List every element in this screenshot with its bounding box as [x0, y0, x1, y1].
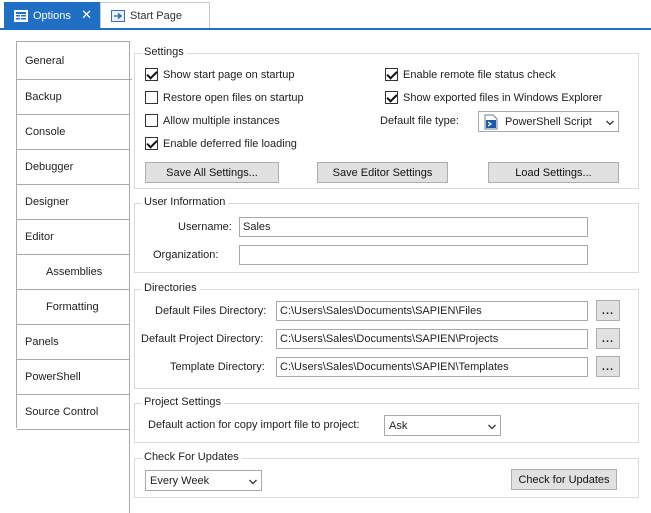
user-information-group: User Information Username: Sales Organiz… — [134, 196, 639, 273]
checkbox-label: Enable deferred file loading — [163, 137, 297, 150]
powershell-script-icon — [483, 114, 499, 130]
nav-item-powershell[interactable]: PowerShell — [17, 360, 130, 395]
nav-item-label: Designer — [25, 196, 70, 208]
general-settings-panel: Settings Show start page on startup Rest… — [129, 41, 645, 513]
check-for-updates-button[interactable]: Check for Updates — [511, 469, 617, 490]
group-title: Project Settings — [142, 396, 225, 408]
checkbox-label: Restore open files on startup — [163, 91, 304, 104]
group-title: User Information — [142, 196, 229, 208]
copy-import-action-label: Default action for copy import file to p… — [148, 419, 360, 431]
username-field[interactable]: Sales — [239, 217, 588, 237]
tab-start-page-label: Start Page — [130, 10, 182, 22]
checkbox-show-exported-files[interactable]: Show exported files in Windows Explorer — [385, 91, 602, 104]
checkbox-box[interactable] — [145, 68, 158, 81]
default-project-directory-label: Default Project Directory: — [141, 333, 264, 345]
options-icon — [14, 9, 28, 22]
update-frequency-value: Every Week — [150, 474, 210, 487]
nav-item-formatting[interactable]: Formatting — [17, 290, 130, 325]
nav-item-label: Console — [25, 126, 66, 138]
checkbox-box[interactable] — [145, 91, 158, 104]
browse-project-directory-button[interactable]: ... — [596, 328, 620, 349]
browse-template-directory-button[interactable]: ... — [596, 356, 620, 377]
close-icon[interactable]: ✕ — [81, 7, 92, 22]
save-editor-settings-button[interactable]: Save Editor Settings — [317, 162, 448, 183]
nav-item-source-control[interactable]: Source Control — [17, 395, 130, 430]
nav-item-assemblies[interactable]: Assemblies — [17, 255, 130, 290]
nav-item-label: Backup — [25, 91, 62, 103]
tab-start-page[interactable]: Start Page — [100, 2, 210, 29]
browse-files-directory-button[interactable]: ... — [596, 300, 620, 321]
default-project-directory-field[interactable]: C:\Users\Sales\Documents\SAPIEN\Projects — [276, 329, 588, 349]
default-files-directory-label: Default Files Directory: — [155, 305, 267, 317]
nav-item-general[interactable]: General — [17, 42, 132, 80]
chevron-down-icon — [606, 118, 614, 126]
nav-item-label: Debugger — [25, 161, 74, 173]
username-label: Username: — [178, 221, 232, 233]
nav-item-label: Editor — [25, 231, 54, 243]
template-directory-label: Template Directory: — [170, 361, 265, 373]
start-page-icon — [111, 10, 125, 22]
group-title: Settings — [142, 46, 187, 58]
chevron-down-icon — [488, 422, 496, 430]
tab-options-label: Options — [33, 9, 71, 22]
check-for-updates-group: Check For Updates Every Week Check for U… — [134, 451, 639, 498]
options-category-list: General Backup Console Debugger Designer… — [16, 41, 132, 430]
nav-item-label: PowerShell — [25, 371, 81, 383]
organization-label: Organization: — [153, 249, 219, 261]
organization-field[interactable] — [239, 245, 588, 265]
checkbox-label: Allow multiple instances — [163, 114, 280, 127]
checkbox-allow-multiple-instances[interactable]: Allow multiple instances — [145, 114, 280, 127]
default-files-directory-field[interactable]: C:\Users\Sales\Documents\SAPIEN\Files — [276, 301, 588, 321]
load-settings-button[interactable]: Load Settings... — [488, 162, 619, 183]
checkbox-restore-open-files[interactable]: Restore open files on startup — [145, 91, 304, 104]
update-frequency-select[interactable]: Every Week — [145, 470, 262, 491]
default-file-type-select[interactable]: PowerShell Script — [478, 111, 619, 132]
checkbox-label: Show exported files in Windows Explorer — [403, 91, 603, 104]
checkbox-label: Enable remote file status check — [403, 68, 556, 81]
nav-item-debugger[interactable]: Debugger — [17, 150, 130, 185]
tab-underline — [0, 28, 651, 30]
directories-group: Directories Default Files Directory: C:\… — [134, 282, 639, 389]
tab-options[interactable]: Options ✕ — [4, 2, 100, 29]
settings-group: Settings Show start page on startup Rest… — [134, 46, 639, 189]
checkbox-show-start-page[interactable]: Show start page on startup — [145, 68, 294, 81]
nav-item-label: Source Control — [25, 406, 99, 418]
checkbox-remote-file-status[interactable]: Enable remote file status check — [385, 68, 556, 81]
chevron-down-icon — [249, 477, 257, 485]
nav-item-label: Assemblies — [46, 266, 103, 278]
checkbox-deferred-file-loading[interactable]: Enable deferred file loading — [145, 137, 297, 150]
checkbox-box[interactable] — [145, 137, 158, 150]
copy-import-action-value: Ask — [389, 419, 408, 432]
nav-item-label: General — [25, 54, 65, 67]
copy-import-action-select[interactable]: Ask — [384, 415, 501, 436]
group-title: Directories — [142, 282, 200, 294]
project-settings-group: Project Settings Default action for copy… — [134, 396, 639, 443]
checkbox-box[interactable] — [385, 68, 398, 81]
nav-item-label: Panels — [25, 336, 59, 348]
nav-item-designer[interactable]: Designer — [17, 185, 130, 220]
group-title: Check For Updates — [142, 451, 242, 463]
default-file-type-label: Default file type: — [380, 115, 459, 127]
checkbox-label: Show start page on startup — [163, 68, 295, 81]
nav-item-console[interactable]: Console — [17, 115, 130, 150]
document-tab-strip: Options ✕ Start Page — [0, 0, 651, 30]
checkbox-box[interactable] — [145, 114, 158, 127]
nav-item-editor[interactable]: Editor — [17, 220, 130, 255]
nav-item-backup[interactable]: Backup — [17, 80, 130, 115]
nav-item-label: Formatting — [46, 301, 99, 313]
template-directory-field[interactable]: C:\Users\Sales\Documents\SAPIEN\Template… — [276, 357, 588, 377]
checkbox-box[interactable] — [385, 91, 398, 104]
nav-item-panels[interactable]: Panels — [17, 325, 130, 360]
default-file-type-value: PowerShell Script — [505, 115, 592, 128]
save-all-settings-button[interactable]: Save All Settings... — [145, 162, 279, 183]
